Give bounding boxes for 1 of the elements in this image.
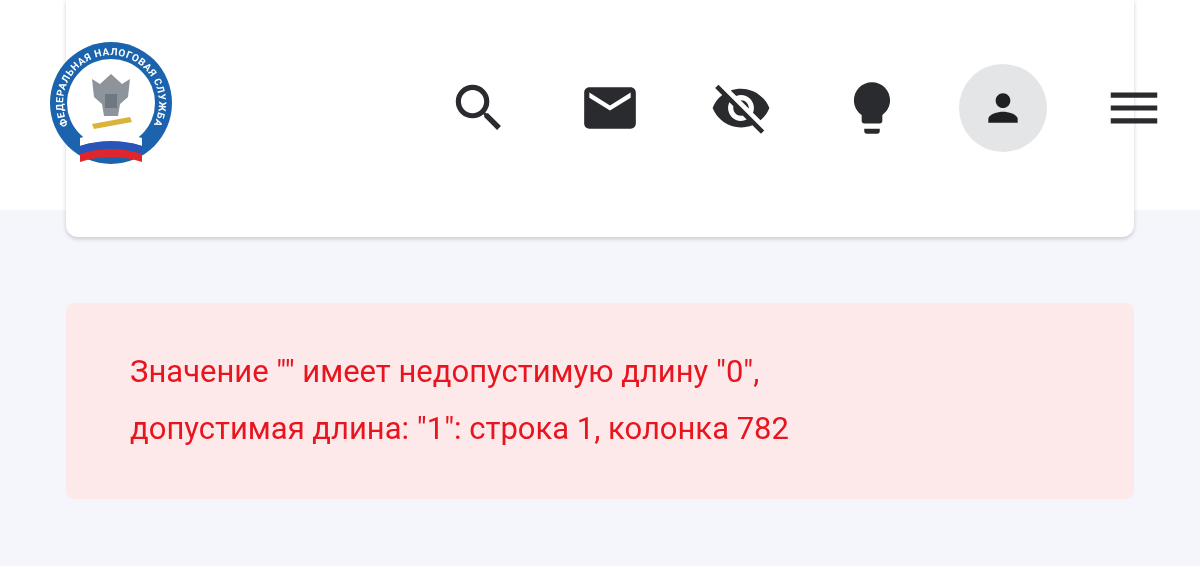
- error-message: Значение "" имеет недопустимую длину "0", допустимая длина: "1": строка 1, колонка 782: [130, 352, 790, 449]
